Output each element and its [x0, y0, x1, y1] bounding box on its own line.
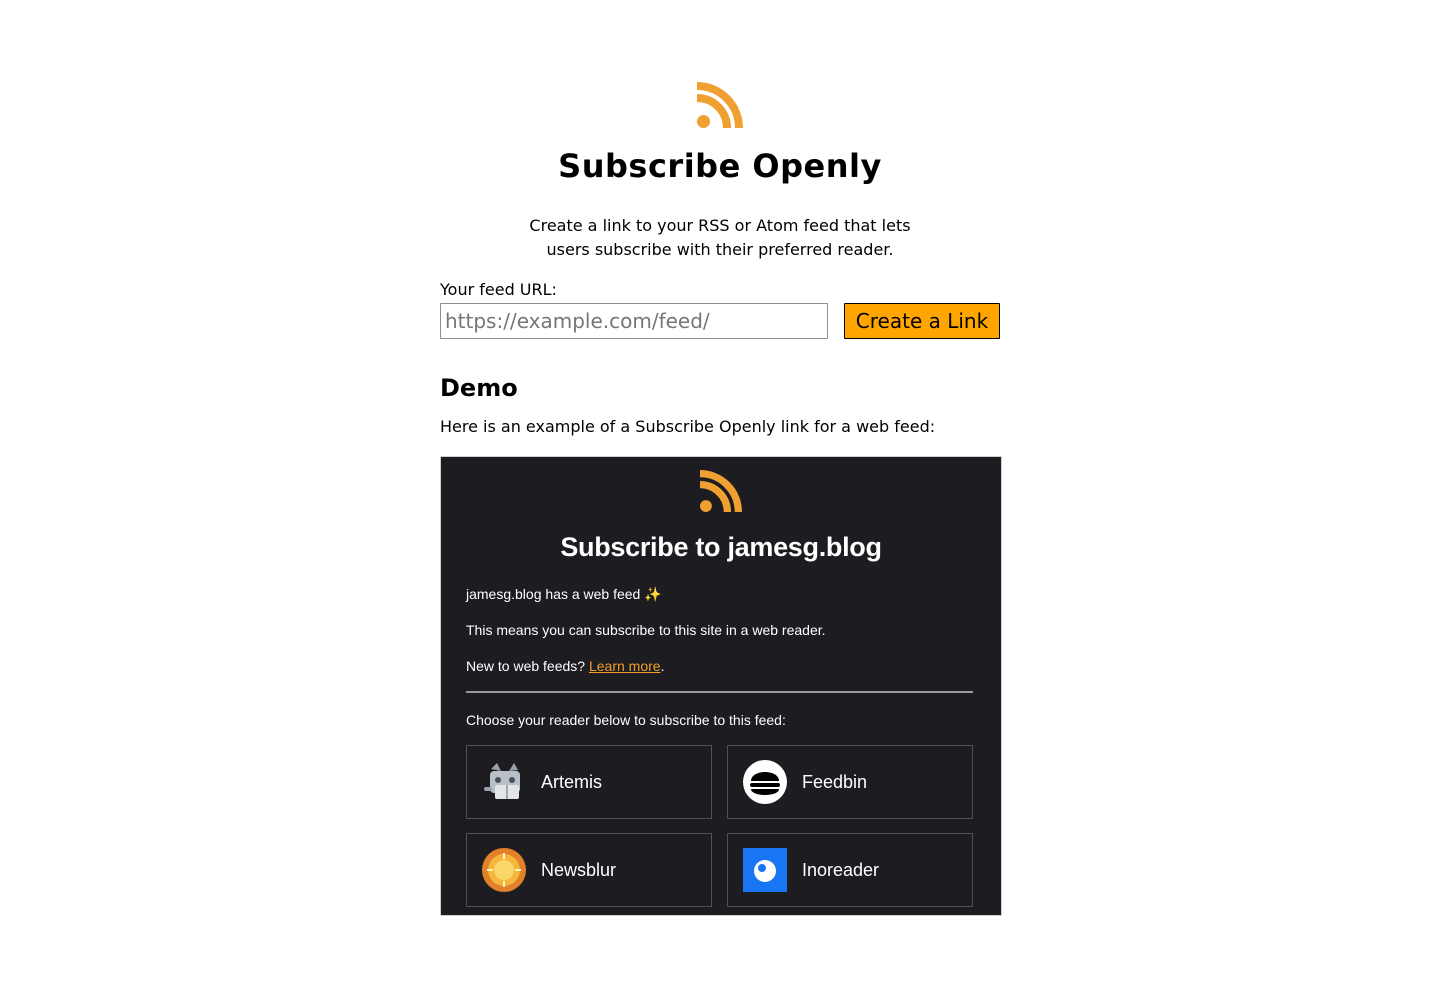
demo-explanation: This means you can subscribe to this sit…: [466, 622, 826, 638]
reader-newsblur[interactable]: Newsblur: [466, 833, 712, 907]
inoreader-icon: [743, 848, 787, 892]
main-container: Subscribe Openly Create a link to your R…: [440, 82, 1002, 916]
demo-screenshot: Subscribe to jamesg.blog jamesg.blog has…: [440, 456, 1002, 916]
create-link-button[interactable]: Create a Link: [844, 303, 1000, 339]
demo-feed-note: jamesg.blog has a web feed ✨: [466, 586, 662, 602]
reader-name: Newsblur: [541, 859, 617, 880]
reader-name: Feedbin: [802, 771, 868, 792]
reader-inoreader[interactable]: Inoreader: [727, 833, 973, 907]
demo-description: Here is an example of a Subscribe Openly…: [440, 417, 936, 436]
page-title: Subscribe Openly: [558, 147, 882, 185]
demo-heading: Demo: [440, 374, 518, 402]
feed-url-label: Your feed URL:: [440, 280, 557, 299]
intro-text: Create a link to your RSS or Atom feed t…: [529, 216, 911, 259]
demo-title: Subscribe to jamesg.blog: [560, 532, 882, 562]
reader-feedbin[interactable]: Feedbin: [727, 745, 973, 819]
new-to-feeds-text: New to web feeds?: [466, 658, 589, 674]
newsblur-icon: [482, 848, 526, 892]
feed-url-input[interactable]: [440, 303, 828, 339]
period: .: [660, 658, 665, 674]
artemis-icon: [484, 763, 520, 799]
reader-artemis[interactable]: Artemis: [466, 745, 712, 819]
feedbin-icon: [743, 760, 787, 804]
choose-reader-prompt: Choose your reader below to subscribe to…: [466, 712, 786, 728]
demo-rss-icon: [700, 470, 742, 512]
demo-new-to-feeds: New to web feeds? Learn more.: [466, 657, 973, 675]
reader-name: Artemis: [541, 771, 603, 792]
rss-feed-icon: [697, 82, 743, 128]
divider: [466, 691, 973, 693]
demo-body: jamesg.blog has a web feed ✨ This means …: [441, 585, 1001, 907]
learn-more-link[interactable]: Learn more: [589, 658, 661, 674]
reader-name: Inoreader: [802, 859, 880, 880]
feed-form: Create a Link: [440, 303, 1000, 339]
reader-grid: Artemis Feedbin Newsblur Inoreader: [466, 745, 973, 907]
